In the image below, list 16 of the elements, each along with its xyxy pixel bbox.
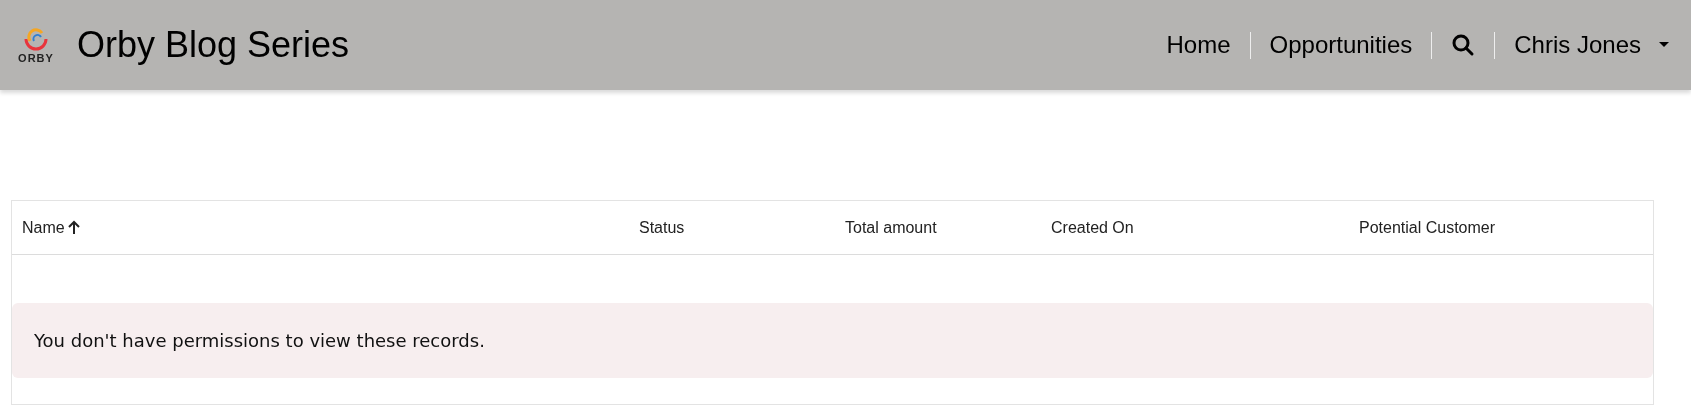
logo-icon [22,26,50,53]
user-menu[interactable]: Chris Jones [1514,27,1669,63]
search-icon [1451,33,1476,57]
site-title[interactable]: Orby Blog Series [77,27,350,63]
column-header[interactable]: Name [22,215,80,240]
logo-text: ORBY [18,52,54,64]
nav-link[interactable]: Home [1166,27,1231,63]
nav-link[interactable]: Opportunities [1269,27,1413,63]
caret-icon [1659,42,1669,48]
logo[interactable]: ORBY [12,26,60,64]
search-button[interactable] [1451,33,1476,57]
alert-message: You don't have permissions to view these records. [34,329,485,353]
column-header[interactable]: Total amount [845,215,937,240]
column-header[interactable]: Potential Customer [1359,215,1496,240]
column-header[interactable]: Status [639,215,685,240]
column-header[interactable]: Created On [1051,215,1134,240]
